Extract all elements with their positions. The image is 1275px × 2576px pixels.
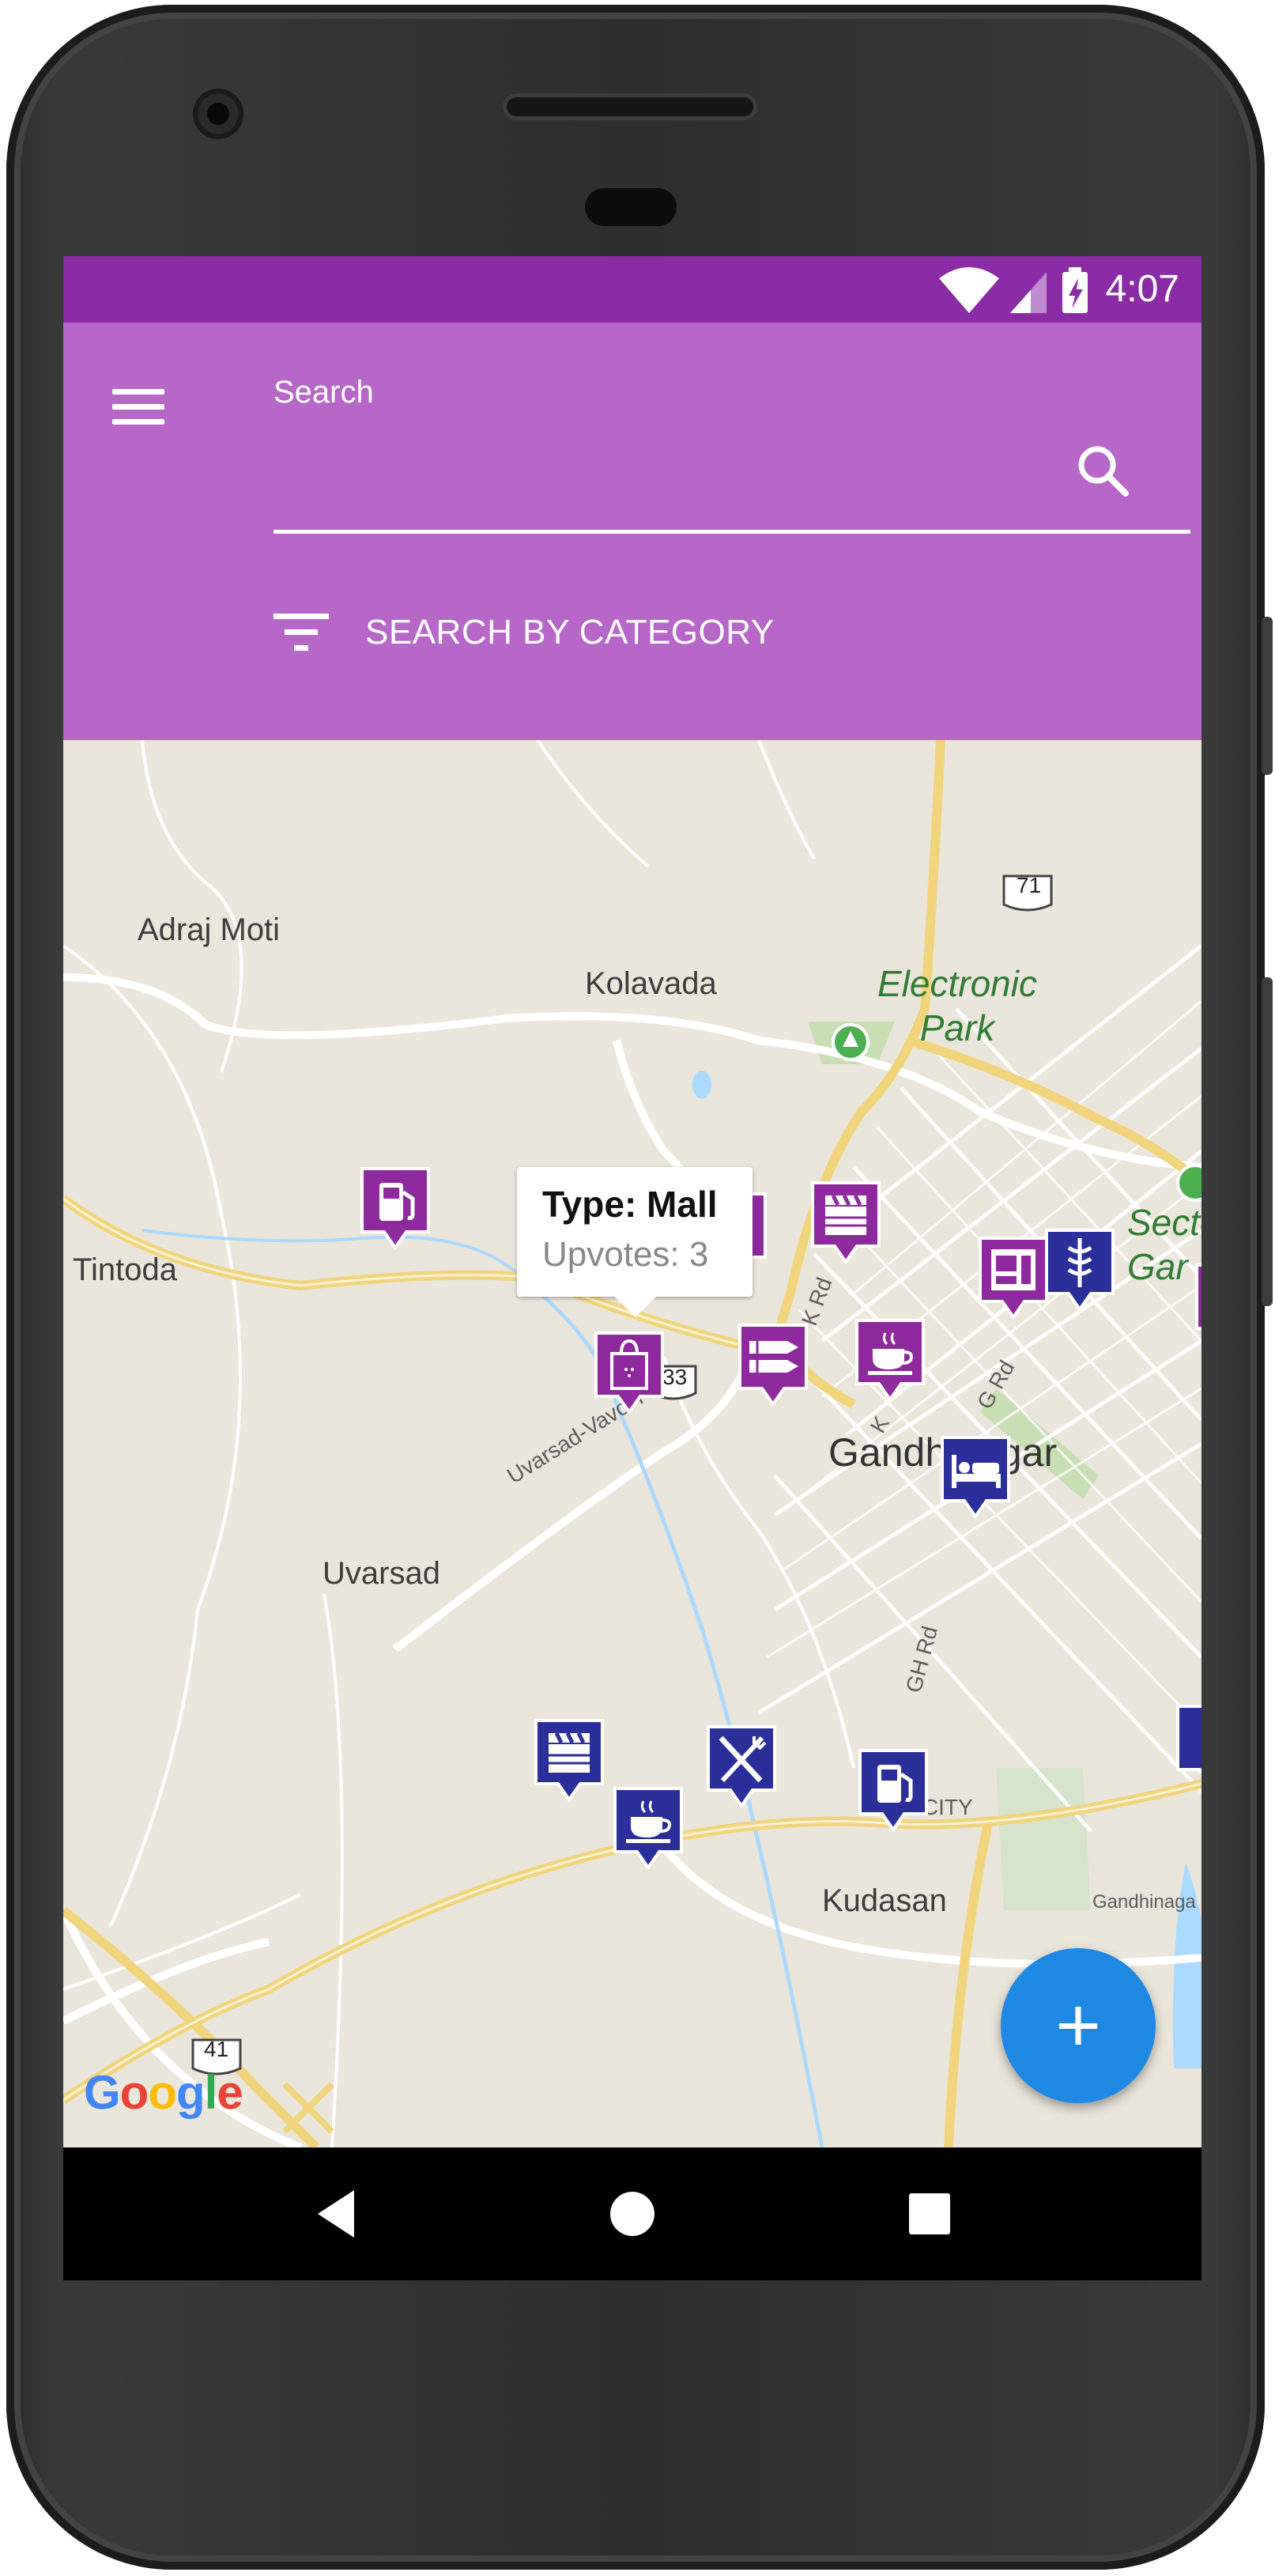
map-label-kudasan: Kudasan <box>822 1883 947 1918</box>
clapperboard-icon <box>811 1181 881 1265</box>
pencils-icon <box>738 1324 808 1407</box>
google-logo-letter: g <box>175 2066 206 2119</box>
status-icons <box>939 267 1088 313</box>
status-time: 4:07 <box>1105 268 1179 310</box>
google-logo-letter: e <box>217 2066 243 2119</box>
filter-list-icon <box>273 614 329 651</box>
google-logo-letter: o <box>119 2066 149 2119</box>
clapperboard-icon <box>534 1719 604 1803</box>
map-marker-icon <box>1176 1705 1201 1775</box>
map-label-adraj-moti: Adraj Moti <box>138 912 281 947</box>
shopping-bag-icon <box>594 1331 664 1415</box>
cinema-marker-2[interactable] <box>533 1717 605 1806</box>
atm-marker[interactable] <box>977 1235 1050 1324</box>
earpiece-speaker <box>503 93 757 120</box>
marker-info-window[interactable]: Type: Mall Upvotes: 3 <box>517 1167 753 1317</box>
map-label-sector-garden: Secto Gar <box>1127 1202 1201 1287</box>
google-logo-letter: o <box>148 2066 177 2119</box>
app-bar: Search SEARCH BY CATEGORY <box>63 323 1201 740</box>
bed-icon <box>941 1436 1010 1520</box>
plus-icon <box>1059 2007 1097 2045</box>
caduceus-icon <box>1045 1229 1115 1313</box>
proximity-sensor <box>585 188 677 226</box>
front-camera <box>193 89 243 139</box>
home-icon[interactable] <box>591 2173 673 2255</box>
battery-charging-icon <box>1062 267 1088 313</box>
map-label-gandhinagar-road: Gandhinaga <box>1092 1891 1196 1913</box>
edge-marker-right-1[interactable] <box>1194 1262 1201 1350</box>
fuel-icon <box>858 1749 928 1833</box>
search-by-category-button[interactable]: SEARCH BY CATEGORY <box>273 601 775 664</box>
search-by-category-label: SEARCH BY CATEGORY <box>365 613 775 652</box>
highway-number-33: 33 <box>662 1365 688 1389</box>
google-logo: Google <box>84 2065 243 2120</box>
cinema-marker-1[interactable] <box>809 1180 882 1268</box>
search-input[interactable] <box>273 425 1099 498</box>
hotel-marker[interactable] <box>939 1434 1012 1523</box>
power-button <box>1262 617 1273 775</box>
cafe-marker-1[interactable] <box>854 1317 926 1406</box>
map-label-electronic-park: Electronic Park <box>877 963 1037 1048</box>
mall-marker[interactable] <box>593 1330 666 1418</box>
google-logo-letter: l <box>204 2066 218 2119</box>
coffee-cup-icon <box>855 1319 925 1403</box>
volume-button <box>1262 977 1273 1306</box>
map-label-tintoda: Tintoda <box>73 1252 177 1287</box>
recents-icon[interactable] <box>888 2173 971 2255</box>
fuel-marker-2[interactable] <box>857 1747 930 1836</box>
map-label-kolavada: Kolavada <box>585 966 717 1001</box>
back-icon[interactable] <box>296 2173 378 2255</box>
cafe-marker-2[interactable] <box>612 1785 685 1874</box>
map-view[interactable]: Adraj Moti Kolavada Electronic Park Tint… <box>63 740 1201 2147</box>
edge-marker-right-2[interactable] <box>1175 1703 1201 1792</box>
navigation-bar <box>63 2147 1201 2280</box>
fuel-icon <box>360 1167 430 1251</box>
fork-knife-icon <box>707 1725 776 1809</box>
fuel-marker-1[interactable] <box>359 1165 432 1254</box>
atm-icon <box>979 1237 1048 1320</box>
signal-icon <box>1010 272 1047 313</box>
screen: 4:07 Search SEARCH BY CATEGORY Adraj Mot… <box>63 256 1201 2280</box>
status-bar: 4:07 <box>63 256 1201 323</box>
wifi-icon <box>939 267 999 313</box>
search-underline <box>273 530 1190 534</box>
search-icon[interactable] <box>1073 441 1134 501</box>
info-window-upvotes: Upvotes: 3 <box>542 1235 709 1274</box>
highway-number-41: 41 <box>204 2037 229 2061</box>
add-place-fab[interactable] <box>1001 1948 1156 2103</box>
stationery-marker[interactable] <box>737 1322 809 1411</box>
info-window-type: Type: Mall <box>542 1184 718 1225</box>
restaurant-marker[interactable] <box>705 1724 778 1812</box>
hamburger-menu-icon[interactable] <box>104 375 168 438</box>
map-marker-icon <box>1195 1263 1201 1330</box>
google-logo-letter: G <box>84 2066 121 2119</box>
hospital-marker[interactable] <box>1043 1227 1116 1316</box>
coffee-cup-icon <box>613 1787 683 1871</box>
search-label: Search <box>273 375 374 410</box>
highway-number-71: 71 <box>1017 873 1042 897</box>
map-label-uvarsad: Uvarsad <box>323 1556 440 1591</box>
